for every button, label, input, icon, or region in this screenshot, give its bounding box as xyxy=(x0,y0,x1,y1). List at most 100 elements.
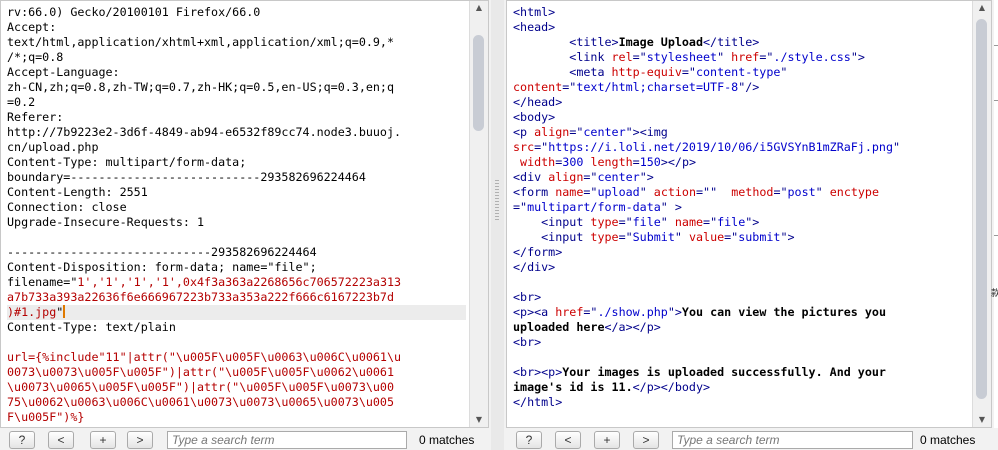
response-token: Submit xyxy=(632,230,675,244)
response-token: =" xyxy=(583,170,598,184)
request-search-input[interactable] xyxy=(167,431,407,449)
response-token: =" xyxy=(724,230,739,244)
request-line: =0.2 xyxy=(7,95,466,110)
response-token: </title> xyxy=(703,35,760,49)
request-line: boundary=---------------------------2935… xyxy=(7,170,466,185)
response-token: =" xyxy=(759,50,774,64)
response-line: uploaded here</a></p> xyxy=(513,320,969,335)
response-token: value xyxy=(688,230,725,244)
response-line: width=300 length=150></p> xyxy=(513,155,969,170)
request-line: Content-Type: multipart/form-data; xyxy=(7,155,466,170)
response-line: <p><a href="./show.php">You can view the… xyxy=(513,305,969,320)
response-token: " xyxy=(674,230,689,244)
request-text[interactable]: rv:66.0) Gecko/20100101 Firefox/66.0 Acce… xyxy=(7,5,466,425)
match-count: 0 matches xyxy=(920,433,976,447)
response-token: <br> xyxy=(513,335,542,349)
response-line: </head> xyxy=(513,95,969,110)
response-token: ./style.css xyxy=(773,50,851,64)
request-token: Content-Type: text/plain xyxy=(7,320,176,334)
splitter-grip[interactable] xyxy=(495,180,499,220)
response-token: 300 xyxy=(562,155,584,169)
response-token: text/html;charset=UTF-8 xyxy=(576,80,739,94)
response-token: <head> xyxy=(513,20,556,34)
request-token: F\u005F")%} xyxy=(7,410,85,424)
help-icon[interactable]: ? xyxy=(516,431,542,449)
scroll-down-arrow-icon[interactable]: ▼ xyxy=(973,413,991,427)
scroll-up-arrow-icon[interactable]: ▲ xyxy=(973,1,991,15)
response-token: length xyxy=(583,155,633,169)
response-search-input[interactable] xyxy=(672,431,913,449)
request-token: 0073\u0073\u005F\u005F")|attr("\u005F\u0… xyxy=(7,365,395,379)
response-token: =" xyxy=(534,140,549,154)
response-token: " xyxy=(639,185,654,199)
response-search-bar: ? < + > 0 matches xyxy=(506,430,992,450)
request-token: cn/upload.php xyxy=(7,140,99,154)
response-token: action xyxy=(653,185,697,199)
response-token: "> xyxy=(745,215,760,229)
response-line: content="text/html;charset=UTF-8"/> xyxy=(513,80,969,95)
response-token: stylesheet xyxy=(646,50,718,64)
text-caret xyxy=(63,305,66,318)
response-token: <input xyxy=(513,230,591,244)
previous-arrow-icon[interactable]: < xyxy=(48,431,74,449)
request-line: a7b733a393a22636f6e666967223b733a353a222… xyxy=(7,290,466,305)
request-token: boundary=---------------------------2935… xyxy=(7,170,366,184)
request-line xyxy=(7,335,466,350)
response-token: name xyxy=(555,185,584,199)
request-line: -----------------------------29358269622… xyxy=(7,245,466,260)
response-token: You can view the pictures you xyxy=(681,305,886,319)
response-token: "> xyxy=(850,50,865,64)
response-token: upload xyxy=(597,185,640,199)
help-icon[interactable]: ? xyxy=(9,431,35,449)
response-token: type xyxy=(590,215,619,229)
request-line: )#1.jpg" xyxy=(7,305,466,320)
next-arrow-icon[interactable]: > xyxy=(127,431,153,449)
response-text[interactable]: <html> <head> <title>Image Upload</title>… xyxy=(513,5,969,410)
response-token: width xyxy=(513,155,556,169)
response-token: align xyxy=(534,125,570,139)
request-token: a7b733a393a22636f6e666967223b733a353a222… xyxy=(7,290,395,304)
response-token: <meta xyxy=(513,65,612,79)
request-line: Accept: xyxy=(7,20,466,35)
response-token: rel xyxy=(611,50,633,64)
request-scrollbar[interactable]: ▲ ▼ xyxy=(469,1,488,427)
response-token: href xyxy=(731,50,760,64)
scroll-down-arrow-icon[interactable]: ▼ xyxy=(470,413,488,427)
request-editor[interactable]: rv:66.0) Gecko/20100101 Firefox/66.0 Acce… xyxy=(0,0,489,428)
response-line: <link rel="stylesheet" href="./style.css… xyxy=(513,50,969,65)
request-token: http://7b9223e2-3d6f-4849-ab94-e6532f89c… xyxy=(7,125,402,139)
request-line: Content-Disposition: form-data; name="fi… xyxy=(7,260,466,275)
response-token: Your images is uploaded successfully. An… xyxy=(562,365,886,379)
response-line: <html> xyxy=(513,5,969,20)
response-token: <div xyxy=(513,170,549,184)
response-line: </html> xyxy=(513,395,969,410)
request-line: /*;q=0.8 xyxy=(7,50,466,65)
scroll-thumb[interactable] xyxy=(976,19,987,399)
response-token: =" xyxy=(583,185,598,199)
response-token: href xyxy=(555,305,584,319)
response-token: <title> xyxy=(513,35,619,49)
response-token: =" xyxy=(513,200,528,214)
next-arrow-icon[interactable]: > xyxy=(633,431,659,449)
response-token: center xyxy=(597,170,640,184)
previous-arrow-icon[interactable]: < xyxy=(555,431,581,449)
request-search-bar: ? < + > 0 matches xyxy=(0,430,489,450)
request-line: Content-Type: text/plain xyxy=(7,320,466,335)
response-scrollbar[interactable]: ▲ ▼ xyxy=(972,1,991,427)
response-line: <body> xyxy=(513,110,969,125)
request-line: Content-Length: 2551 xyxy=(7,185,466,200)
response-token: </p></body> xyxy=(632,380,711,394)
request-line: rv:66.0) Gecko/20100101 Firefox/66.0 xyxy=(7,5,466,20)
response-token: center xyxy=(583,125,626,139)
response-viewer[interactable]: <html> <head> <title>Image Upload</title>… xyxy=(506,0,992,428)
scroll-up-arrow-icon[interactable]: ▲ xyxy=(470,1,488,15)
request-token: Content-Length: 2551 xyxy=(7,185,148,199)
response-token: http-equiv xyxy=(611,65,682,79)
add-icon[interactable]: + xyxy=(90,431,116,449)
pane-splitter[interactable] xyxy=(491,0,504,450)
response-token: <html> xyxy=(513,5,556,19)
response-token: file xyxy=(632,215,661,229)
scroll-thumb[interactable] xyxy=(473,35,484,131)
add-icon[interactable]: + xyxy=(594,431,620,449)
request-line: 75\u0062\u0063\u006C\u0061\u0073\u0073\u… xyxy=(7,395,466,410)
